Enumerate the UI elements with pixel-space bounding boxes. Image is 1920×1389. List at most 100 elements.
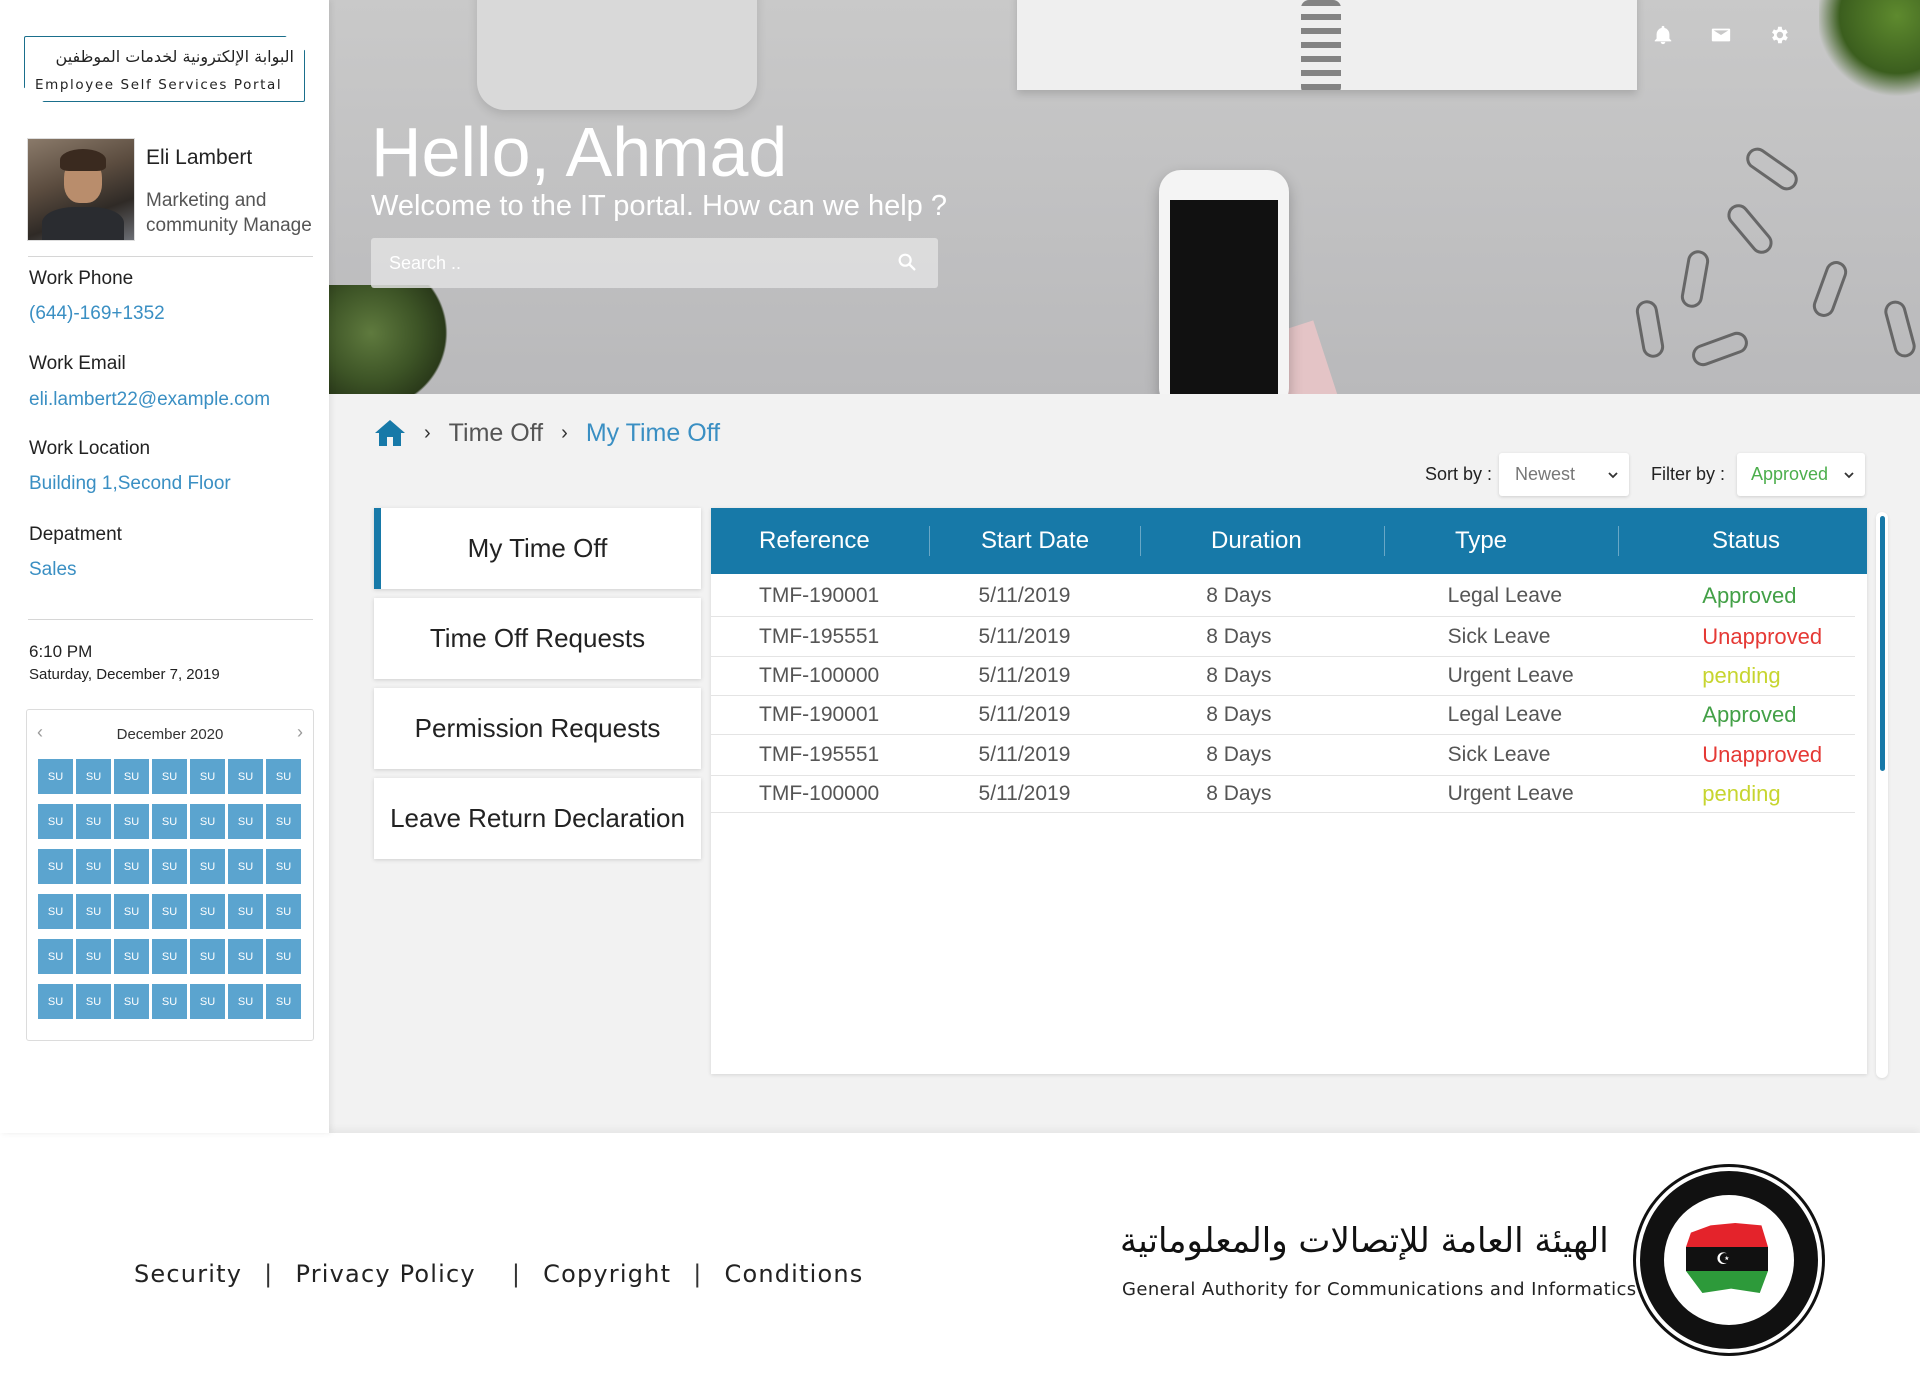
calendar-day-cell[interactable]: SU [266,849,301,884]
calendar-day-cell[interactable]: SU [152,849,187,884]
calendar-day-cell[interactable]: SU [76,804,111,839]
calendar-day-cell[interactable]: SU [76,894,111,929]
authority-seal-icon: ☪ [1636,1167,1822,1353]
column-header-reference[interactable]: Reference [711,508,930,574]
calendar-day-cell[interactable]: SU [114,804,149,839]
table-row[interactable]: TMF-100000 5/11/2019 8 Days Urgent Leave pen… [711,776,1855,813]
calendar-day-cell[interactable]: SU [114,759,149,794]
calendar-day-cell[interactable]: SU [114,849,149,884]
cell-status: Unapproved [1702,742,1823,767]
breadcrumb-my-time-off: My Time Off [585,418,721,447]
avatar[interactable] [27,138,135,241]
calendar-day-cell[interactable]: SU [38,894,73,929]
table-row[interactable]: TMF-190001 5/11/2019 8 Days Legal Leave Appr… [711,575,1855,617]
cell-type: Sick Leave [1447,624,1551,648]
calendar-day-cell[interactable]: SU [38,849,73,884]
footer-link-conditions[interactable]: Conditions [724,1260,863,1288]
cell-reference: TMF-100000 [759,664,880,687]
calendar-day-cell[interactable]: SU [266,894,301,929]
calendar-day-cell[interactable]: SU [228,804,263,839]
time-off-table: Reference Start Date Duration Type Statu… [711,508,1867,1074]
table-row[interactable]: TMF-195551 5/11/2019 8 Days Sick Leave Unapp… [711,617,1855,657]
department-value[interactable]: Sales [29,559,77,581]
breadcrumb: › Time Off › My Time Off [374,418,720,448]
calendar-day-cell[interactable]: SU [38,804,73,839]
calendar-day-cell[interactable]: SU [266,759,301,794]
filter-value: Approved [1751,464,1829,484]
cell-start-date: 5/11/2019 [978,624,1071,648]
calendar-day-cell[interactable]: SU [152,939,187,974]
work-phone-value[interactable]: (644)-169+1352 [29,303,165,325]
chevron-right-icon[interactable]: › [297,722,303,743]
calendar-day-cell[interactable]: SU [38,984,73,1019]
calendar-day-cell[interactable]: SU [152,804,187,839]
search-input[interactable] [371,238,938,288]
bell-icon[interactable] [1652,24,1674,46]
portal-logo[interactable]: البوابة الإلكترونية لخدمات الموظفين Empl… [24,36,305,102]
chevron-right-icon: › [561,421,568,444]
search-icon[interactable] [896,251,918,273]
calendar-day-cell[interactable]: SU [228,984,263,1019]
calendar-day-cell[interactable]: SU [228,759,263,794]
column-header-type[interactable]: Type [1385,508,1619,574]
work-location-value[interactable]: Building 1,Second Floor [29,473,231,495]
calendar-day-cell[interactable]: SU [76,939,111,974]
calendar-day-cell[interactable]: SU [266,804,301,839]
table-row[interactable]: TMF-195551 5/11/2019 8 Days Sick Leave Unapp… [711,735,1855,776]
work-location-label: Work Location [29,438,151,459]
hero-decoration [1819,0,1920,100]
mail-icon[interactable] [1710,24,1732,46]
filter-select[interactable]: Approved [1737,453,1865,496]
cell-status: pending [1702,781,1781,806]
calendar-day-cell[interactable]: SU [114,984,149,1019]
calendar-day-cell[interactable]: SU [152,759,187,794]
calendar-day-cell[interactable]: SU [114,894,149,929]
calendar-day-cell[interactable]: SU [76,984,111,1019]
calendar-day-cell[interactable]: SU [190,849,225,884]
tab-permission-requests[interactable]: Permission Requests [374,688,701,769]
calendar-day-cell[interactable]: SU [38,939,73,974]
time-off-tabs: My Time Off Time Off Requests Permission… [374,508,701,868]
calendar-day-cell[interactable]: SU [152,894,187,929]
tab-my-time-off[interactable]: My Time Off [374,508,701,589]
paperclip-decoration [1881,298,1919,360]
gear-icon[interactable] [1768,24,1790,46]
cell-type: Urgent Leave [1447,664,1574,687]
sort-select[interactable]: Newest [1499,453,1629,496]
footer-link-security[interactable]: Security [134,1260,242,1288]
table-row[interactable]: TMF-100000 5/11/2019 8 Days Urgent Leave pen… [711,657,1855,696]
tab-time-off-requests[interactable]: Time Off Requests [374,598,701,679]
column-header-status[interactable]: Status [1619,508,1867,574]
calendar-day-cell[interactable]: SU [228,894,263,929]
calendar-day-cell[interactable]: SU [228,849,263,884]
column-header-start-date[interactable]: Start Date [930,508,1141,574]
table-row[interactable]: TMF-190001 5/11/2019 8 Days Legal Leave Appr… [711,696,1855,735]
column-header-duration[interactable]: Duration [1141,508,1385,574]
cell-start-date: 5/11/2019 [978,743,1071,766]
clock-date: Saturday, December 7, 2019 [29,666,220,683]
footer-link-copyright[interactable]: Copyright [543,1260,671,1288]
calendar-day-cell[interactable]: SU [228,939,263,974]
tab-leave-return-declaration[interactable]: Leave Return Declaration [374,778,701,859]
calendar-day-cell[interactable]: SU [114,939,149,974]
calendar-day-cell[interactable]: SU [266,984,301,1019]
cell-duration: 8 Days [1206,782,1272,805]
calendar-day-cell[interactable]: SU [266,939,301,974]
work-email-value[interactable]: eli.lambert22@example.com [29,389,270,411]
sort-value: Newest [1515,464,1576,484]
calendar-day-cell[interactable]: SU [38,759,73,794]
scrollbar-thumb[interactable] [1880,516,1885,771]
breadcrumb-time-off[interactable]: Time Off [449,419,543,448]
calendar-day-cell[interactable]: SU [190,939,225,974]
calendar-day-cell[interactable]: SU [76,849,111,884]
paperclip-decoration [1679,248,1711,310]
table-scrollbar[interactable] [1876,512,1888,1078]
calendar-day-cell[interactable]: SU [190,894,225,929]
calendar-day-cell[interactable]: SU [152,984,187,1019]
footer-link-privacy-policy[interactable]: Privacy Policy [295,1260,475,1288]
calendar-day-cell[interactable]: SU [190,804,225,839]
calendar-day-cell[interactable]: SU [190,759,225,794]
home-icon[interactable] [374,418,406,448]
calendar-day-cell[interactable]: SU [190,984,225,1019]
calendar-day-cell[interactable]: SU [76,759,111,794]
